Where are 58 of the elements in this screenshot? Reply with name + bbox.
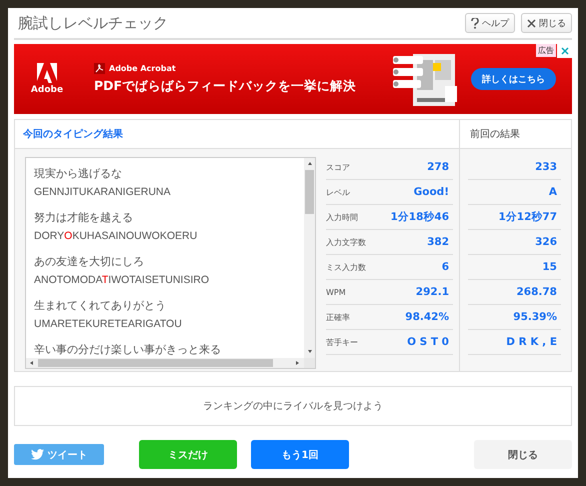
stat-value: 1分18秒46	[390, 210, 449, 224]
stat-label: 苦手キー	[326, 336, 358, 348]
stat-value: 292.1	[416, 286, 449, 298]
sentence-text: 生まれてくれてありがとう	[34, 298, 167, 314]
pdf-icon	[94, 63, 105, 74]
stat-value: 326	[535, 236, 557, 248]
arrow-icon[interactable]	[29, 360, 35, 366]
stat-label: 入力文字数	[326, 236, 366, 248]
stat-value: Good!	[414, 186, 449, 198]
stat-value: 95.39%	[513, 311, 557, 323]
close-button[interactable]: 閉じる	[521, 13, 572, 33]
brand-name: Adobe	[30, 85, 64, 95]
scrollbar[interactable]	[26, 358, 304, 368]
section-heading: 今回のタイピング結果	[23, 128, 123, 141]
romaji-text: UMARETEKURETEARIGATOU	[34, 317, 183, 332]
close-icon	[527, 18, 536, 28]
logo-icon	[37, 63, 57, 83]
scrollbar-thumb[interactable]	[38, 359, 273, 367]
romaji-text: ANOTOMODATIWOTAISETUNISIRO	[34, 273, 210, 288]
ad-badge: 広告	[536, 44, 556, 57]
question-icon	[471, 18, 479, 28]
stat-label: 正確率	[326, 312, 350, 322]
close-button[interactable]: 閉じる	[474, 440, 572, 469]
stat-label: ミス入力数	[326, 262, 366, 272]
sentence-text: あの友達を大切にしろ	[34, 254, 145, 270]
stat-value: 98.42%	[405, 311, 449, 323]
sentence-text: 努力は才能を越える	[34, 210, 134, 226]
product-name: Adobe Acrobat	[109, 64, 176, 73]
stat-label: WPM	[326, 288, 346, 296]
sentence-text: 現実から逃げるな	[34, 166, 123, 182]
stat-value: 382	[427, 236, 449, 248]
stat-value: 268.78	[516, 286, 557, 298]
stat-value: 6	[442, 261, 449, 273]
section-heading: 前回の結果	[470, 128, 520, 141]
details-button[interactable]: 詳しくはこちら	[471, 68, 556, 90]
help-button[interactable]: ヘルプ	[465, 13, 515, 33]
stat-value: 233	[535, 161, 557, 173]
romaji-text: GENNJITUKARANIGERUNA	[34, 185, 172, 200]
stat-value: D R K , E	[506, 336, 557, 348]
stat-value: A	[548, 186, 557, 198]
stat-label: スコア	[326, 162, 350, 172]
stat-value: 1分12秒77	[498, 210, 557, 224]
scrollbar[interactable]	[304, 158, 315, 358]
stat-label: 入力時間	[326, 212, 358, 222]
scrollbar-corner	[304, 358, 315, 368]
stat-value: 278	[427, 161, 449, 173]
stat-value: O S T 0	[407, 336, 449, 348]
ranking-link[interactable]: ランキングの中にライバルを見つけよう	[14, 386, 572, 426]
sentence-text: 辛い事の分だけ楽しい事がきっと来る	[34, 342, 222, 358]
stat-value: 15	[542, 261, 557, 273]
bird-icon	[30, 449, 44, 460]
scrollbar-thumb[interactable]	[305, 170, 314, 214]
stat-label: レベル	[326, 186, 350, 198]
arrow-icon[interactable]	[306, 161, 312, 167]
romaji-text: DORYOKUHASAINOUWOKOERU	[34, 229, 198, 244]
dialog-title: 腕試しレベルチェック	[17, 14, 169, 32]
ad-headline: PDFでばらばらフィードバックを一挙に解決	[94, 78, 358, 95]
action-button[interactable]: もう1回	[251, 440, 349, 469]
